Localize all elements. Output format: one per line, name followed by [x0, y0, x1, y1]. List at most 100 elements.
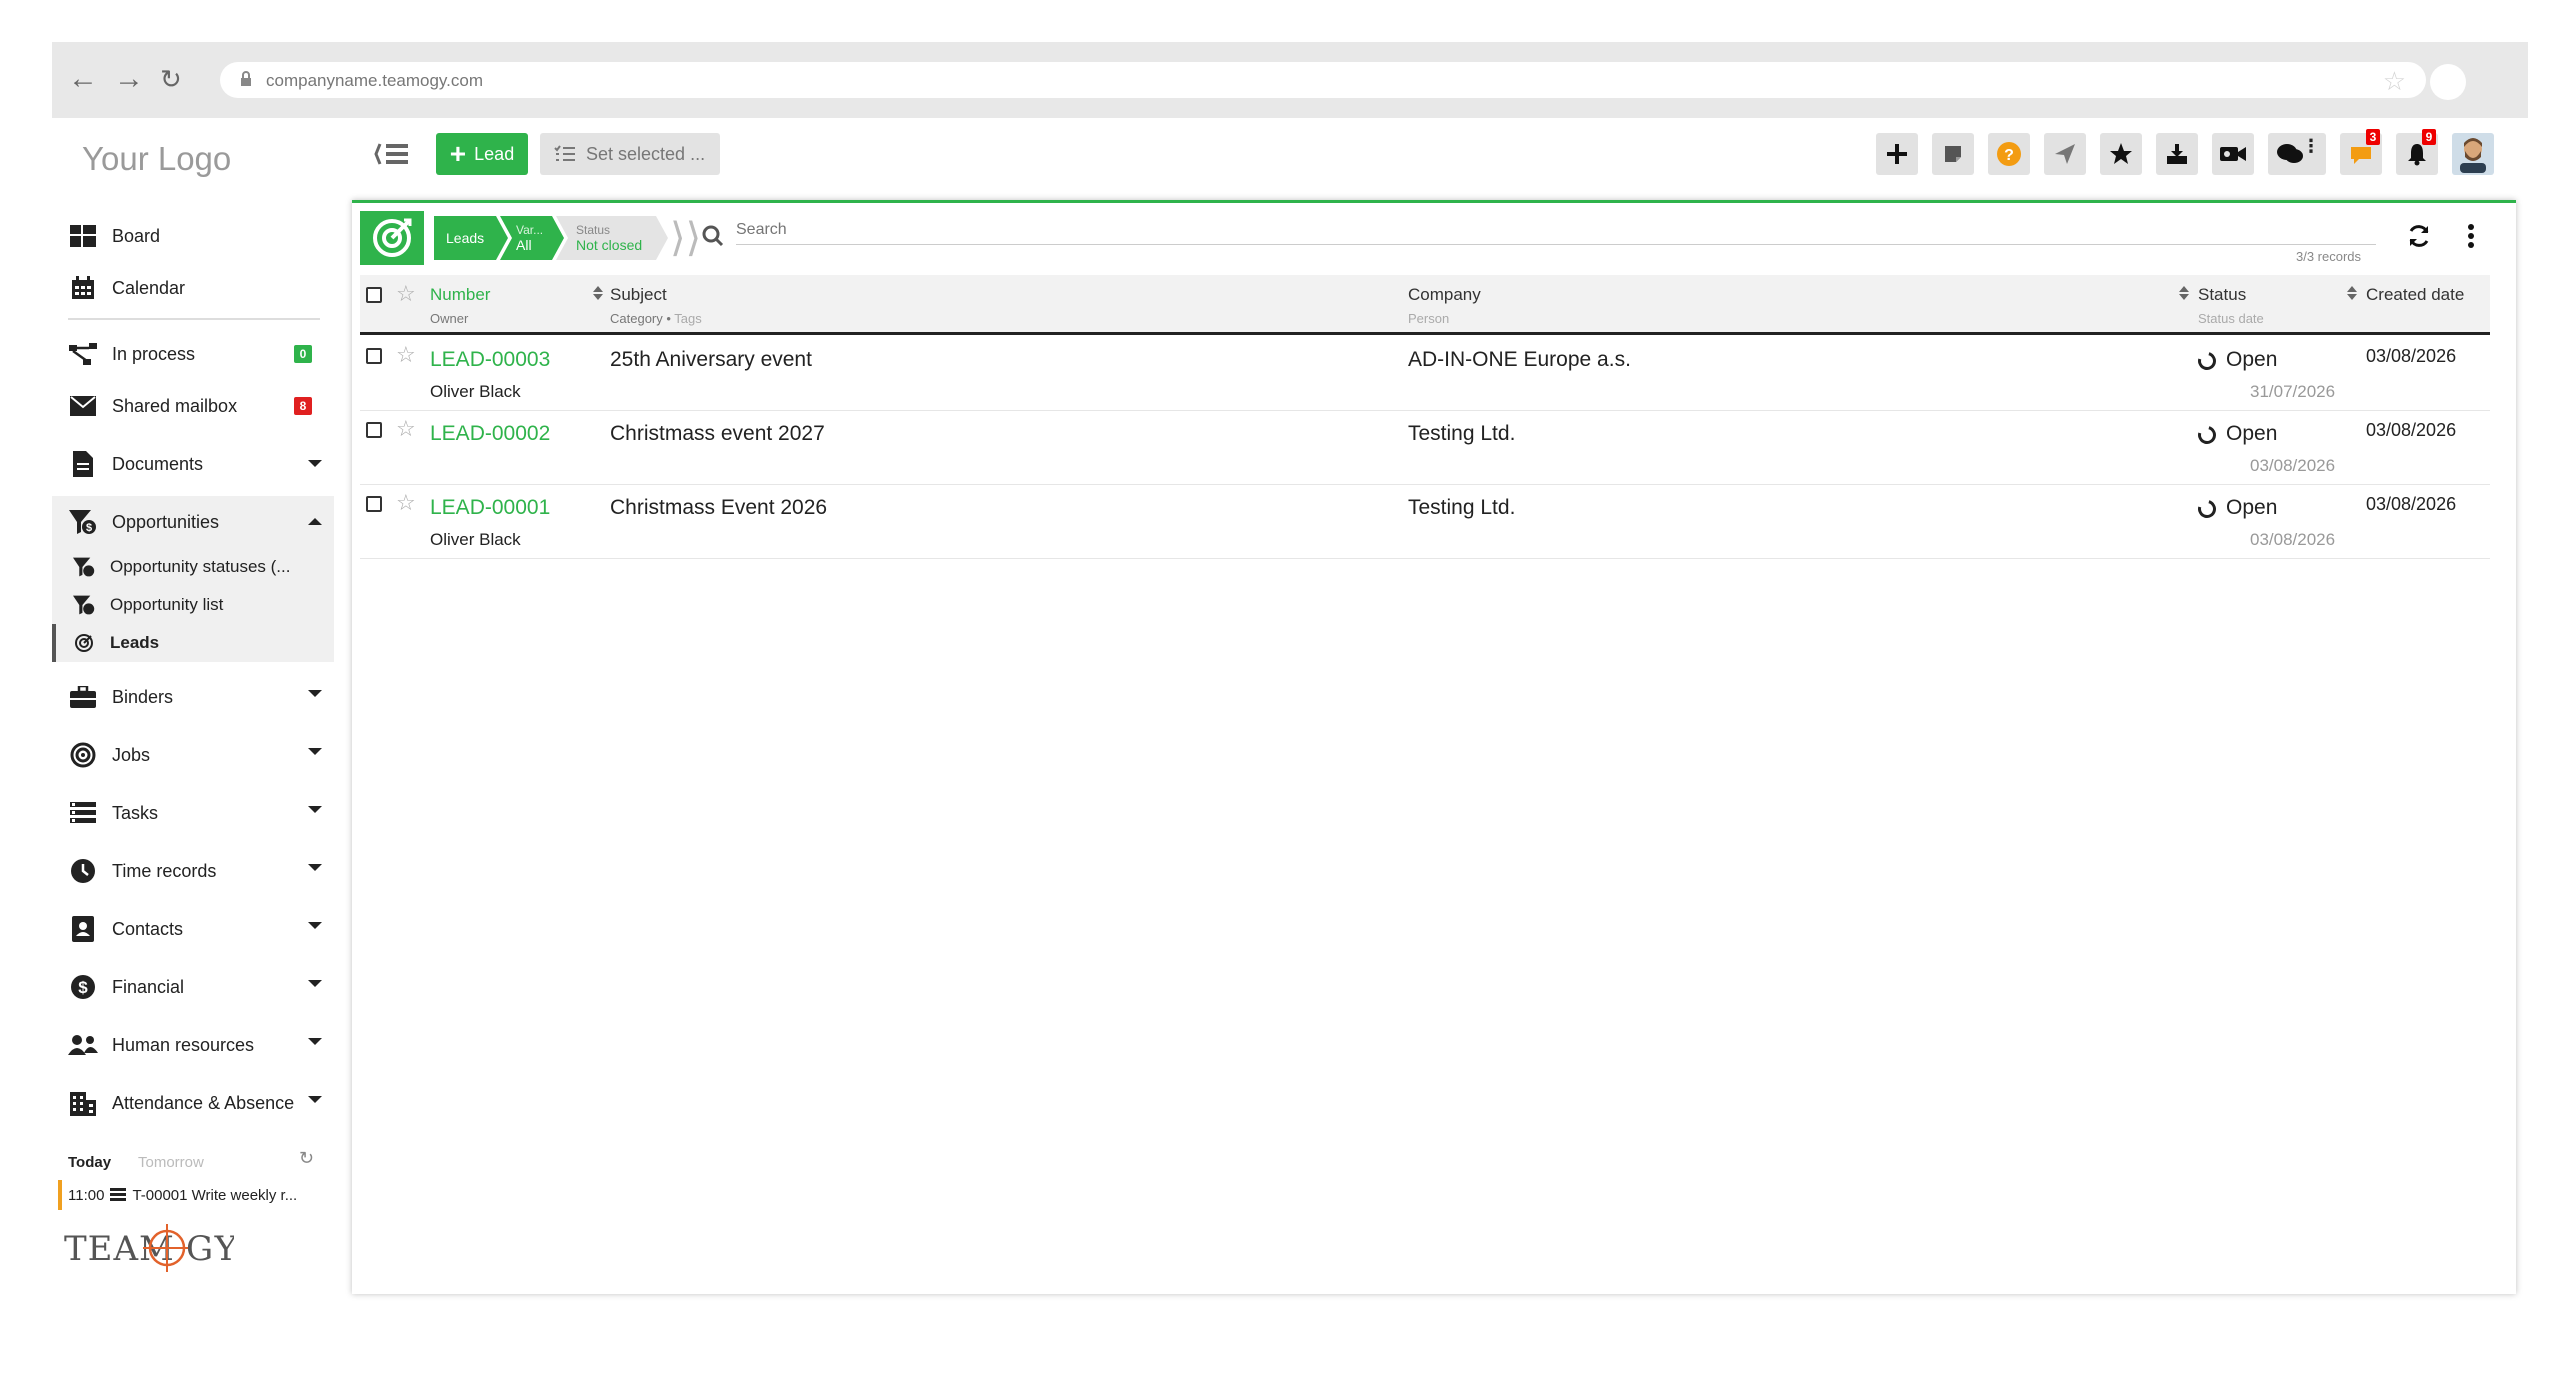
column-number[interactable]: Number Owner — [430, 285, 490, 326]
favorites-star-icon[interactable] — [2100, 133, 2142, 175]
table-row[interactable]: ☆ LEAD-00002 Christmass event 2027 Testi… — [360, 412, 2490, 485]
chevron-down-icon — [308, 748, 322, 755]
set-selected-button[interactable]: Set selected ... — [540, 133, 720, 175]
filter-breadcrumb: Leads Var... All Status Not closed ⟩⟩ — [360, 211, 701, 265]
sidebar-item-label: Jobs — [112, 744, 151, 765]
lead-number-link[interactable]: LEAD-00002 — [430, 422, 550, 446]
leads-module-icon[interactable] — [360, 211, 424, 265]
table-row[interactable]: ☆ LEAD-00003 Oliver Black 25th Aniversar… — [360, 338, 2490, 411]
collapse-menu-icon[interactable] — [374, 140, 410, 168]
sort-icon[interactable] — [592, 285, 604, 301]
lead-status-date: 03/08/2026 — [2250, 456, 2336, 475]
sort-icon[interactable] — [2346, 285, 2358, 301]
sidebar-item-attendance-absence[interactable]: Attendance & Absence — [52, 1074, 334, 1132]
row-checkbox[interactable] — [366, 422, 382, 438]
chat-icon[interactable]: ⋮ — [2268, 133, 2326, 175]
sidebar-item-tasks[interactable]: Tasks — [52, 784, 334, 842]
refresh-icon[interactable]: ↻ — [299, 1148, 314, 1169]
browser-profile-icon[interactable] — [2430, 64, 2466, 100]
column-status[interactable]: Status Status date — [2198, 285, 2264, 326]
sidebar-item-label: Contacts — [112, 918, 184, 939]
sort-icon[interactable] — [2178, 285, 2190, 301]
column-subject-label: Subject — [610, 285, 667, 304]
sidebar-item-board[interactable]: Board — [52, 210, 334, 262]
lead-number-link[interactable]: LEAD-00003 — [430, 348, 550, 372]
search-icon — [702, 225, 724, 247]
sidebar-item-documents[interactable]: Documents — [52, 438, 334, 490]
crumb-variant[interactable]: Var... All — [500, 216, 564, 260]
lead-status-date: 03/08/2026 — [2250, 530, 2336, 549]
select-all-checkbox[interactable] — [366, 287, 382, 303]
sidebar-item-in-process[interactable]: In process 0 — [52, 328, 334, 380]
sidebar-item-time-records[interactable]: Time records — [52, 842, 334, 900]
column-status-date-label: Status date — [2198, 311, 2264, 326]
status-open-icon — [2194, 348, 2220, 374]
sidebar-item-jobs[interactable]: Jobs — [52, 726, 334, 784]
lead-company[interactable]: Testing Ltd. — [1408, 496, 1515, 520]
lead-number-link[interactable]: LEAD-00001 — [430, 496, 550, 520]
help-icon[interactable]: ? — [1988, 133, 2030, 175]
star-icon[interactable]: ☆ — [396, 492, 416, 514]
column-company[interactable]: Company Person — [1408, 285, 1481, 326]
refresh-icon[interactable] — [2406, 223, 2432, 249]
messages-icon[interactable]: 3 — [2340, 129, 2382, 175]
sidebar-item-financial[interactable]: $ Financial — [52, 958, 334, 1016]
notifications-bell-icon[interactable]: 9 — [2396, 129, 2438, 175]
row-checkbox[interactable] — [366, 348, 382, 364]
sidebar-item-binders[interactable]: Binders — [52, 668, 334, 726]
inbox-download-icon[interactable] — [2156, 133, 2198, 175]
sidebar-subitem-leads[interactable]: Leads — [52, 624, 334, 662]
browser-toolbar: ← → ↻ companyname.teamogy.com ☆ — [52, 42, 2528, 118]
sidebar-subitem-opportunity-list[interactable]: Opportunity list — [52, 586, 334, 624]
crumb-leads[interactable]: Leads — [434, 216, 508, 260]
star-icon[interactable]: ☆ — [396, 418, 416, 440]
star-icon[interactable]: ☆ — [396, 344, 416, 366]
note-icon[interactable] — [1932, 133, 1974, 175]
sidebar-item-shared-mailbox[interactable]: Shared mailbox 8 — [52, 380, 334, 432]
star-icon[interactable]: ☆ — [396, 283, 416, 305]
sidebar-item-label: Board — [112, 225, 161, 246]
sidebar-item-opportunities[interactable]: $ Opportunities — [52, 496, 334, 548]
address-bar[interactable]: companyname.teamogy.com ☆ — [220, 62, 2426, 98]
reload-icon[interactable]: ↻ — [160, 64, 182, 94]
column-created-date[interactable]: Created date — [2366, 285, 2464, 305]
crumb-variant-bottom: All — [516, 237, 532, 253]
forward-icon[interactable]: → — [114, 64, 144, 94]
set-selected-label: Set selected ... — [586, 143, 706, 164]
sidebar-subitem-opportunity-statuses[interactable]: Opportunity statuses (... — [52, 548, 334, 586]
add-lead-button[interactable]: + Lead — [436, 133, 528, 175]
search-input[interactable] — [736, 215, 2376, 245]
lead-subject[interactable]: Christmass event 2027 — [610, 422, 825, 446]
sidebar-item-contacts[interactable]: Contacts — [52, 900, 334, 958]
lead-status-date: 31/07/2026 — [2250, 382, 2336, 401]
lead-subject[interactable]: Christmass Event 2026 — [610, 496, 827, 520]
messages-badge: 3 — [2366, 129, 2380, 145]
lead-company[interactable]: Testing Ltd. — [1408, 422, 1515, 446]
back-icon[interactable]: ← — [68, 64, 98, 94]
user-avatar[interactable] — [2452, 133, 2494, 175]
bookmark-star-icon[interactable]: ☆ — [2383, 66, 2406, 97]
add-icon[interactable] — [1876, 133, 1918, 175]
briefcase-icon — [68, 682, 98, 712]
crumb-next-icon[interactable]: ⟩⟩ — [670, 218, 701, 258]
table-row[interactable]: ☆ LEAD-00001 Oliver Black Christmass Eve… — [360, 486, 2490, 559]
sidebar-item-human-resources[interactable]: Human resources — [52, 1016, 334, 1074]
sidebar-item-calendar[interactable]: Calendar — [52, 262, 334, 314]
column-subject[interactable]: Subject Category • Tags — [610, 285, 702, 326]
tab-today[interactable]: Today — [68, 1154, 111, 1171]
tab-tomorrow[interactable]: Tomorrow — [138, 1154, 204, 1171]
lead-created-date: 03/08/2026 — [2366, 420, 2457, 440]
agenda-item[interactable]: 11:00 T-00001 Write weekly r... — [58, 1180, 328, 1210]
send-icon[interactable] — [2044, 133, 2086, 175]
more-options-icon[interactable] — [2466, 223, 2476, 249]
chevron-down-icon — [308, 460, 322, 467]
crumb-status-bottom: Not closed — [576, 237, 643, 253]
lead-subject[interactable]: 25th Aniversary event — [610, 348, 812, 372]
video-call-icon[interactable] — [2212, 133, 2254, 175]
row-checkbox[interactable] — [366, 496, 382, 512]
lead-company[interactable]: AD-IN-ONE Europe a.s. — [1408, 348, 1631, 372]
lead-owner: Oliver Black — [430, 382, 521, 401]
contact-icon — [68, 914, 98, 944]
people-icon — [68, 1030, 98, 1060]
crumb-status[interactable]: Status Not closed — [556, 216, 668, 260]
